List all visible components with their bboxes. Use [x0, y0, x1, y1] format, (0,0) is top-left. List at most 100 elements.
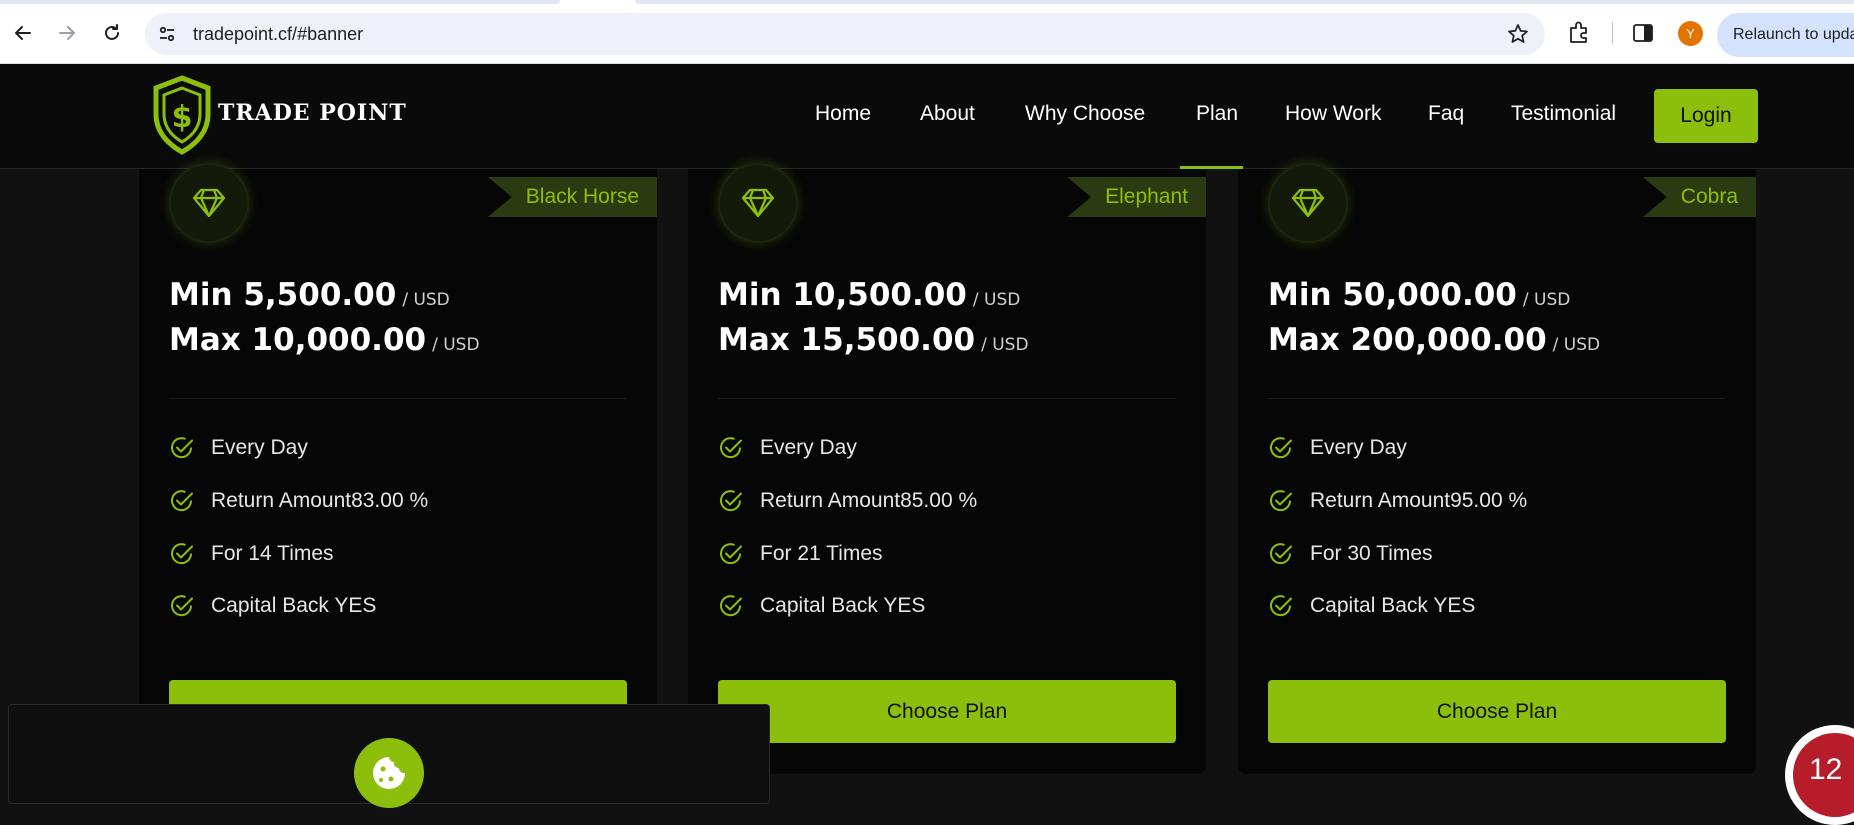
- relaunch-button[interactable]: Relaunch to upda: [1717, 13, 1854, 57]
- plan-feature-text: Capital Back YES: [1310, 594, 1476, 617]
- plan-min-value: Min 50,000.00: [1268, 277, 1517, 313]
- plan-min: Min 10,500.00/ USD: [718, 277, 1020, 313]
- card-divider: [718, 398, 1176, 399]
- check-circle-icon: [1270, 595, 1292, 617]
- plan-max-value: Max 200,000.00: [1268, 322, 1547, 358]
- forward-button[interactable]: [52, 18, 82, 48]
- plan-min-unit: / USD: [972, 290, 1021, 310]
- plan-min-unit: / USD: [402, 290, 450, 310]
- cookie-icon: [354, 738, 424, 808]
- plan-name-ribbon: Cobra: [1642, 177, 1756, 217]
- profile-avatar[interactable]: Y: [1678, 21, 1703, 46]
- tab-strip: [0, 0, 1854, 4]
- site-info-icon[interactable]: [157, 24, 177, 44]
- choose-plan-button[interactable]: Choose Plan: [1268, 680, 1726, 743]
- logo-text[interactable]: TRADE POINT: [218, 100, 407, 126]
- check-circle-icon: [1270, 543, 1292, 565]
- plan-card-black-horse: Black Horse Min 5,500.00/ USD Max 10,000…: [139, 163, 657, 774]
- plan-feature: Capital Back YES: [1268, 591, 1475, 621]
- plan-max-unit: / USD: [981, 335, 1029, 355]
- plan-feature-text: Return Amount95.00 %: [1310, 489, 1528, 512]
- extensions-icon[interactable]: [1566, 20, 1592, 46]
- check-circle-icon: [720, 595, 742, 617]
- plan-feature: For 30 Times: [1268, 539, 1433, 569]
- card-divider: [169, 398, 627, 399]
- floating-chat-badge[interactable]: 12: [1785, 725, 1854, 825]
- plan-feature: Capital Back YES: [718, 591, 925, 621]
- choose-plan-button[interactable]: Choose Plan: [718, 680, 1176, 743]
- plan-feature-text: For 21 Times: [760, 542, 883, 565]
- diamond-icon: [192, 188, 226, 218]
- check-circle-icon: [171, 543, 193, 565]
- svg-text:$: $: [172, 100, 193, 135]
- plan-feature: Capital Back YES: [169, 591, 376, 621]
- plan-min: Min 50,000.00/ USD: [1268, 277, 1570, 313]
- cookie-consent-popup: [8, 704, 770, 808]
- site-header: $ TRADE POINT Home About Why Choose Plan…: [0, 64, 1854, 169]
- notification-count: 12: [1793, 733, 1854, 817]
- plan-icon-wrapper: [169, 163, 249, 243]
- bookmark-star-icon[interactable]: [1507, 23, 1529, 45]
- back-button[interactable]: [8, 18, 38, 48]
- reload-icon: [105, 24, 119, 40]
- card-divider: [1268, 398, 1726, 399]
- plan-min: Min 5,500.00/ USD: [169, 277, 450, 313]
- plan-feature-text: Return Amount83.00 %: [211, 489, 429, 512]
- plan-min-value: Min 5,500.00: [169, 277, 397, 313]
- side-panel-icon[interactable]: [1630, 20, 1656, 46]
- plan-max: Max 200,000.00/ USD: [1268, 322, 1600, 358]
- plan-feature-text: Every Day: [760, 436, 857, 459]
- plan-card-elephant: Elephant Min 10,500.00/ USD Max 15,500.0…: [688, 163, 1206, 774]
- nav-why-choose[interactable]: Why Choose: [1025, 102, 1145, 126]
- plan-feature: Return Amount83.00 %: [169, 486, 428, 516]
- check-circle-icon: [171, 595, 193, 617]
- plan-feature: Return Amount85.00 %: [718, 486, 977, 516]
- plan-min-value: Min 10,500.00: [718, 277, 967, 313]
- tab-strip-left: [0, 0, 560, 4]
- plan-feature: Return Amount95.00 %: [1268, 486, 1527, 516]
- plan-name-ribbon: Black Horse: [487, 177, 657, 217]
- plan-feature: Every Day: [1268, 433, 1407, 463]
- plan-max: Max 10,000.00/ USD: [169, 322, 480, 358]
- check-circle-icon: [720, 490, 742, 512]
- plan-max-unit: / USD: [1552, 335, 1601, 355]
- nav-home[interactable]: Home: [815, 102, 871, 126]
- plan-max-value: Max 10,000.00: [169, 322, 427, 358]
- plan-min-unit: / USD: [1522, 290, 1571, 310]
- toolbar-divider: [1612, 22, 1613, 44]
- arrow-left-icon: [15, 26, 31, 40]
- diamond-icon: [1291, 188, 1325, 218]
- arrow-right-icon: [59, 26, 75, 40]
- plan-icon-wrapper: [718, 163, 798, 243]
- check-circle-icon: [171, 437, 193, 459]
- plan-name-ribbon: Elephant: [1067, 177, 1206, 217]
- cookie-glyph: [373, 757, 405, 789]
- plan-feature-text: Capital Back YES: [211, 594, 377, 617]
- nav-faq[interactable]: Faq: [1428, 102, 1464, 126]
- plan-card-cobra: Cobra Min 50,000.00/ USD Max 200,000.00/…: [1238, 163, 1756, 774]
- plan-feature: Every Day: [718, 433, 857, 463]
- plan-feature: For 21 Times: [718, 539, 883, 569]
- browser-toolbar: tradepoint.cf/#banner Y Relaunch to upda: [0, 0, 1854, 64]
- nav-how-work[interactable]: How Work: [1285, 102, 1381, 126]
- nav-about[interactable]: About: [920, 102, 975, 126]
- nav-testimonial[interactable]: Testimonial: [1511, 102, 1616, 126]
- plan-feature-text: Every Day: [211, 436, 308, 459]
- url-text[interactable]: tradepoint.cf/#banner: [193, 24, 363, 45]
- check-circle-icon: [171, 490, 193, 512]
- check-circle-icon: [720, 437, 742, 459]
- check-circle-icon: [720, 543, 742, 565]
- plan-feature-text: Return Amount85.00 %: [760, 489, 978, 512]
- plan-feature-text: For 14 Times: [211, 542, 334, 565]
- plan-feature-text: For 30 Times: [1310, 542, 1433, 565]
- login-button[interactable]: Login: [1654, 89, 1758, 143]
- check-circle-icon: [1270, 437, 1292, 459]
- tab-strip-right: [635, 0, 1854, 4]
- nav-plan[interactable]: Plan: [1196, 102, 1238, 126]
- check-circle-icon: [1270, 490, 1292, 512]
- plan-feature: For 14 Times: [169, 539, 334, 569]
- plan-feature-text: Every Day: [1310, 436, 1407, 459]
- diamond-icon: [741, 188, 775, 218]
- address-bar[interactable]: tradepoint.cf/#banner: [145, 13, 1545, 55]
- reload-button[interactable]: [97, 18, 127, 48]
